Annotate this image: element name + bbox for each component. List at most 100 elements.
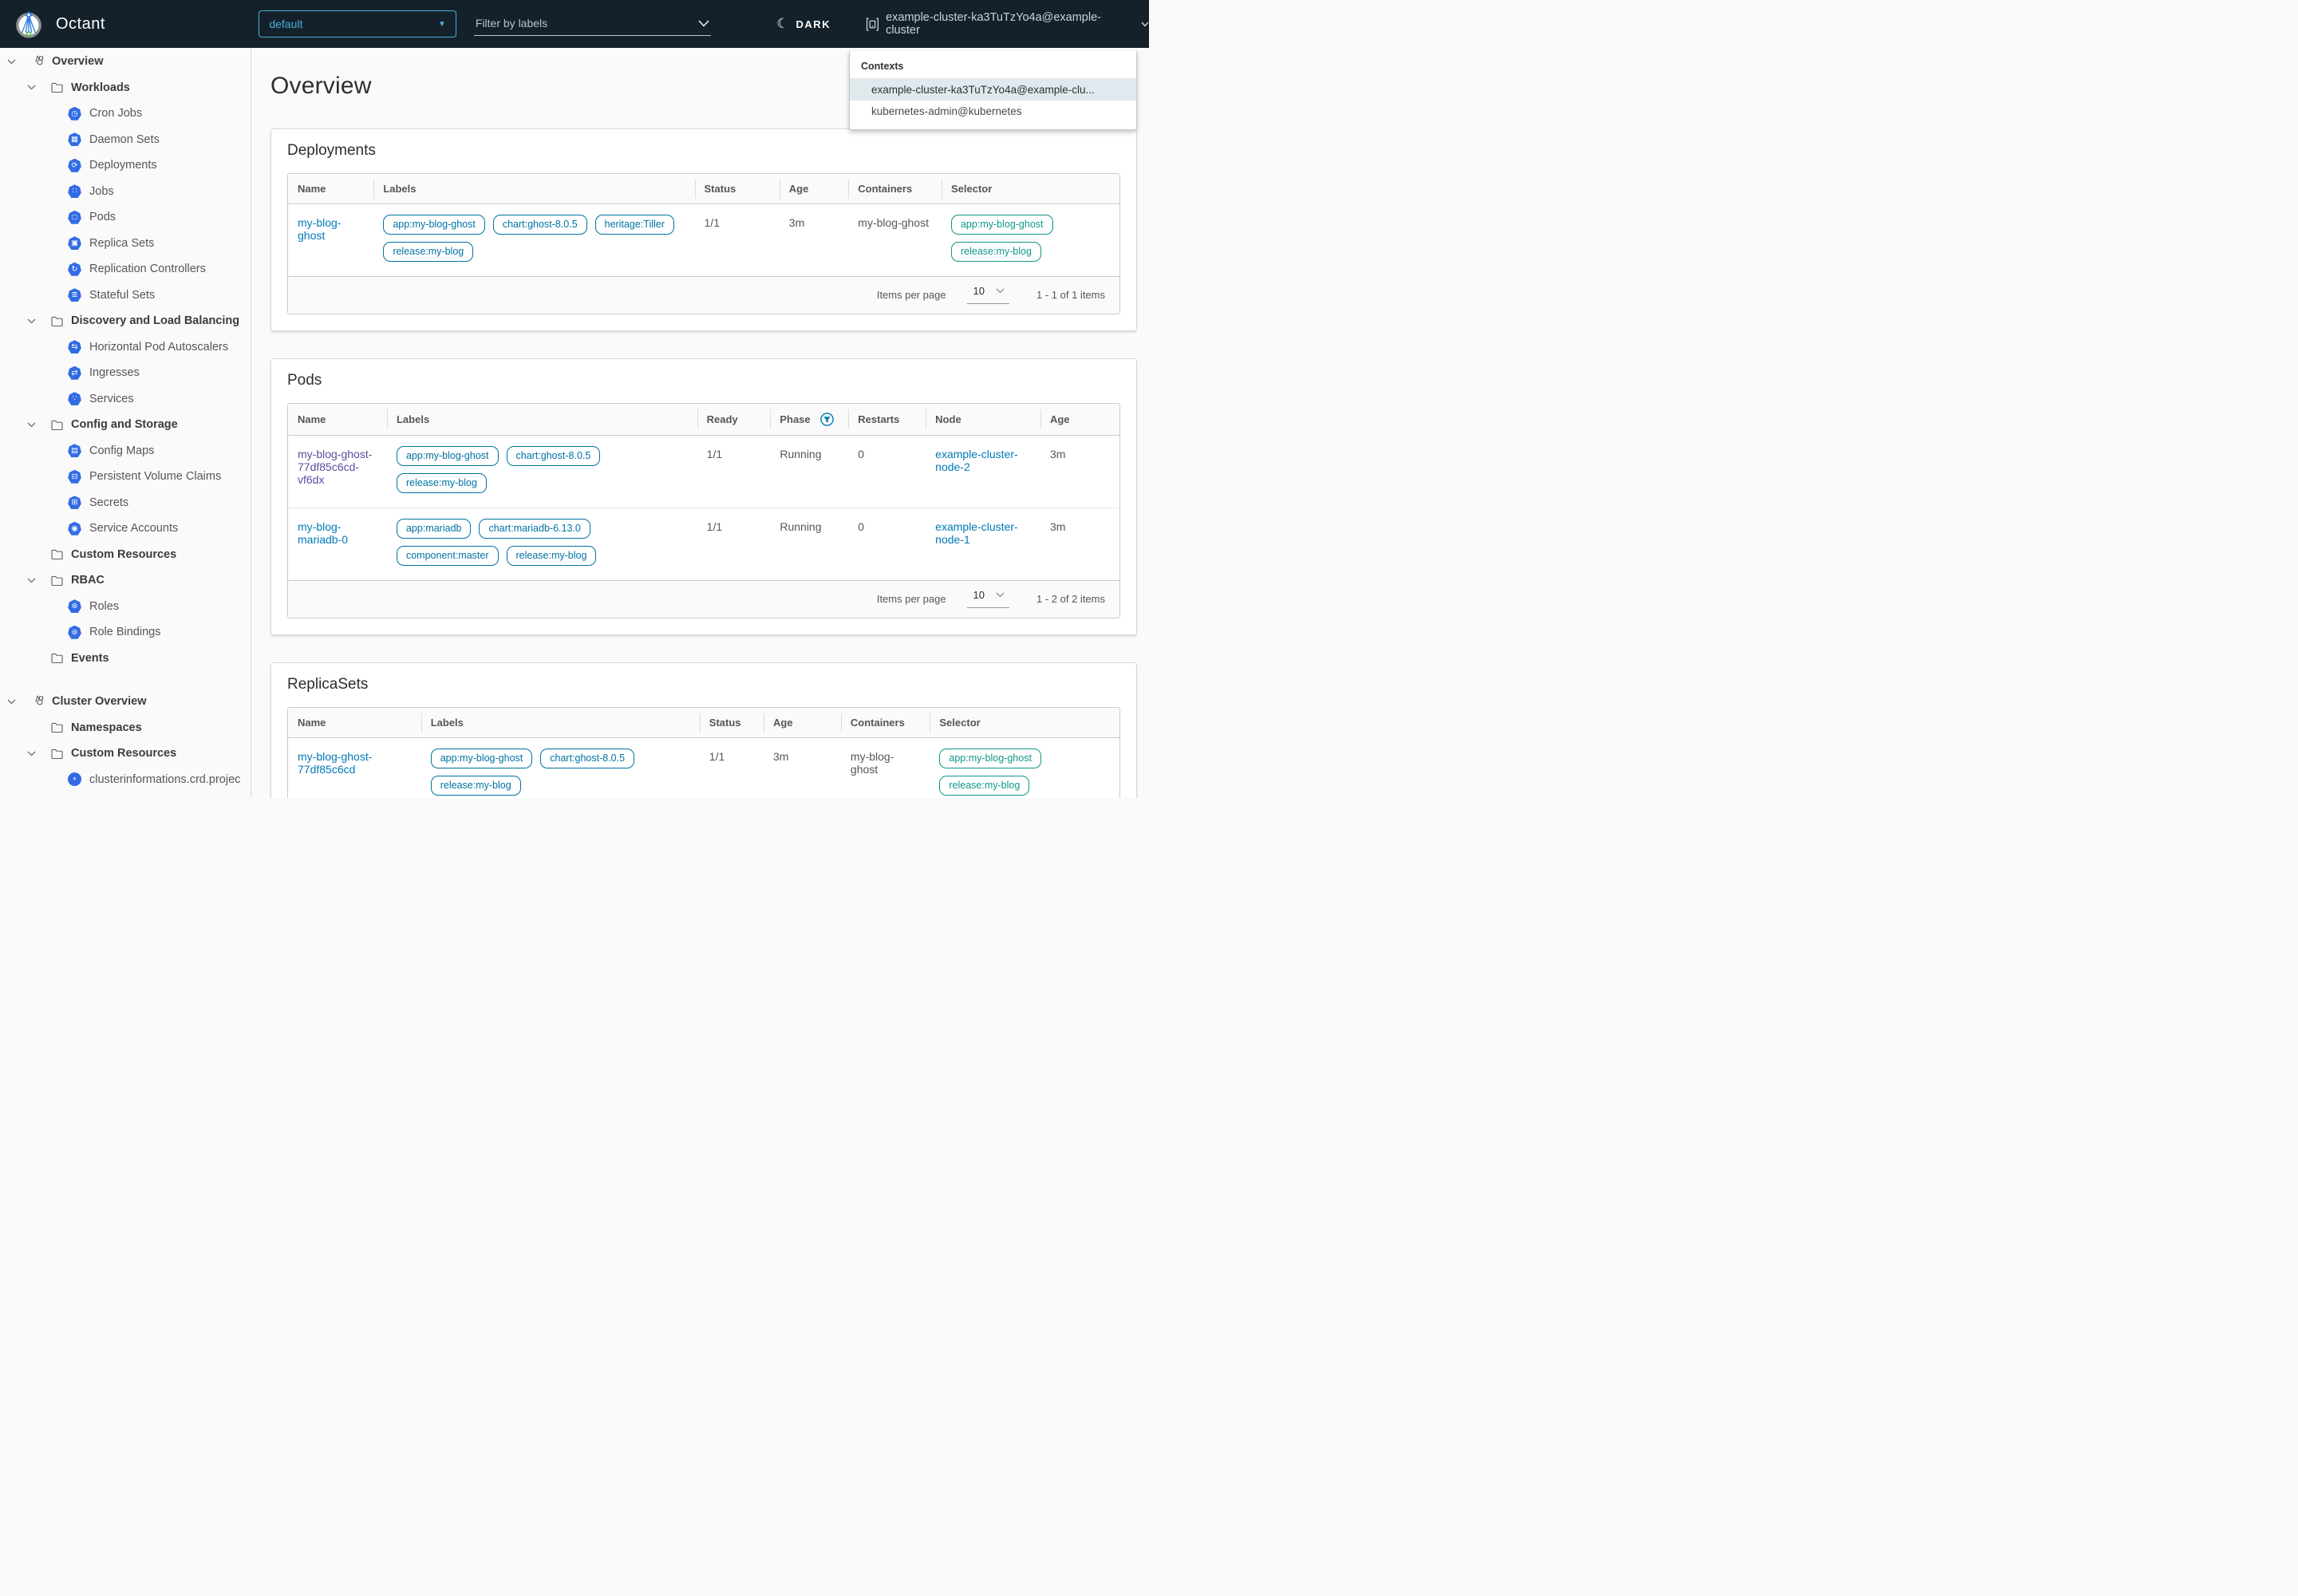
resource-link[interactable]: my-blog-ghost-77df85c6cd-vf6dx xyxy=(298,448,372,486)
sidebar-item-jobs[interactable]: ∷Jobs xyxy=(0,179,251,205)
context-option[interactable]: kubernetes-admin@kubernetes xyxy=(850,101,1136,122)
resource-icon: + xyxy=(68,772,81,786)
sidebar-item-label: Ingresses xyxy=(89,366,140,379)
cell-text: Running xyxy=(770,508,848,581)
filter-funnel-icon[interactable] xyxy=(820,413,834,426)
chevron-down-icon[interactable] xyxy=(7,699,16,705)
resource-icon: ↻ xyxy=(68,263,81,276)
cell-resource-link: example-cluster-node-2 xyxy=(926,436,1040,508)
card-deployments: DeploymentsNameLabelsStatusAgeContainers… xyxy=(270,128,1137,331)
resource-link[interactable]: example-cluster-node-2 xyxy=(935,448,1017,473)
sidebar-item-events[interactable]: Events xyxy=(0,646,251,672)
sidebar-item-persistent-volume-claims[interactable]: ⊟Persistent Volume Claims xyxy=(0,464,251,490)
octant-logo-icon xyxy=(13,8,45,40)
folder-icon xyxy=(51,420,63,430)
folder-icon xyxy=(51,749,63,759)
sidebar-item-label: Config Maps xyxy=(89,444,154,457)
sidebar-item-label: Pods xyxy=(89,211,116,223)
card-title-replicasets: ReplicaSets xyxy=(287,676,1120,693)
resource-link[interactable]: my-blog-ghost xyxy=(298,216,341,242)
sidebar-item-overview[interactable]: Overview xyxy=(0,49,251,75)
sidebar-item-csidrivers-csi-storage-k8s-io[interactable]: +csidrivers.csi.storage.k8s.io xyxy=(0,792,251,798)
items-per-page-value: 10 xyxy=(973,589,985,601)
sidebar-item-discovery-and-load-balancing[interactable]: Discovery and Load Balancing xyxy=(0,308,251,334)
cell-resource-link: my-blog-ghost-77df85c6cd xyxy=(288,738,421,799)
sidebar-item-deployments[interactable]: ⟳Deployments xyxy=(0,152,251,179)
dark-theme-toggle[interactable]: ☾ DARK xyxy=(776,18,831,31)
folder-icon xyxy=(51,575,63,586)
sidebar-item-cron-jobs[interactable]: ◷Cron Jobs xyxy=(0,101,251,127)
sidebar-item-horizontal-pod-autoscalers[interactable]: ⇆Horizontal Pod Autoscalers xyxy=(0,334,251,361)
namespace-selected-value: default xyxy=(269,18,302,30)
sidebar-item-stateful-sets[interactable]: ≣Stateful Sets xyxy=(0,282,251,309)
label-tag: release:my-blog xyxy=(383,242,473,262)
items-per-page-value: 10 xyxy=(973,285,985,297)
context-option[interactable]: example-cluster-ka3TuTzYo4a@example-clu.… xyxy=(850,79,1136,101)
pagination-range: 1 - 1 of 1 items xyxy=(1036,289,1105,301)
sidebar-item-cluster-overview[interactable]: Cluster Overview xyxy=(0,689,251,715)
sidebar-item-daemon-sets[interactable]: ▦Daemon Sets xyxy=(0,127,251,153)
items-per-page-select[interactable]: 10 xyxy=(967,589,1009,608)
column-header-name: Name xyxy=(288,174,373,204)
column-header-labels: Labels xyxy=(421,708,700,738)
sidebar-item-label: Cron Jobs xyxy=(89,107,142,120)
resource-icon: ∵ xyxy=(68,392,81,405)
chevron-down-icon[interactable] xyxy=(27,85,36,90)
items-per-page-label: Items per page xyxy=(877,593,946,605)
cell-text: 0 xyxy=(848,508,926,581)
applications-icon xyxy=(31,55,45,68)
sidebar-item-namespaces[interactable]: Namespaces xyxy=(0,715,251,741)
resource-icon: □ xyxy=(68,211,81,224)
sidebar-item-label: clusterinformations.crd.projec xyxy=(89,773,240,786)
datagrid-deployments: NameLabelsStatusAgeContainersSelectormy-… xyxy=(287,173,1120,314)
sidebar-item-secrets[interactable]: ⊞Secrets xyxy=(0,490,251,516)
resource-link[interactable]: my-blog-mariadb-0 xyxy=(298,520,348,546)
sidebar-item-role-bindings[interactable]: ⊜Role Bindings xyxy=(0,619,251,646)
sidebar-item-replica-sets[interactable]: ▣Replica Sets xyxy=(0,231,251,257)
chevron-down-icon[interactable] xyxy=(7,59,16,65)
resource-link[interactable]: my-blog-ghost-77df85c6cd xyxy=(298,750,372,776)
label-tag: app:my-blog-ghost xyxy=(397,446,499,466)
column-header-node: Node xyxy=(926,404,1040,436)
cell-text: 3m xyxy=(1040,508,1119,581)
sidebar-item-workloads[interactable]: Workloads xyxy=(0,75,251,101)
items-per-page-select[interactable]: 10 xyxy=(967,285,1009,304)
resource-icon: ⊛ xyxy=(68,599,81,613)
chevron-down-icon[interactable] xyxy=(27,318,36,324)
resource-link[interactable]: example-cluster-node-1 xyxy=(935,520,1017,546)
sidebar-item-roles[interactable]: ⊛Roles xyxy=(0,594,251,620)
column-header-age: Age xyxy=(764,708,841,738)
sidebar-item-clusterinformations-crd-projec[interactable]: + clusterinformations.crd.projec xyxy=(0,767,251,793)
resource-icon: ▦ xyxy=(68,132,81,146)
filter-chevron-icon[interactable] xyxy=(698,20,709,27)
namespace-select[interactable]: default ▼ xyxy=(259,10,456,38)
sidebar-item-config-and-storage[interactable]: Config and Storage xyxy=(0,412,251,438)
applications-icon xyxy=(31,695,45,708)
chevron-down-icon[interactable] xyxy=(27,751,36,757)
sidebar-item-config-maps[interactable]: ▤Config Maps xyxy=(0,438,251,464)
sidebar-item-label: Persistent Volume Claims xyxy=(89,470,221,483)
cell-resource-link: example-cluster-node-1 xyxy=(926,508,1040,581)
sidebar-item-custom-resources[interactable]: Custom Resources xyxy=(0,741,251,767)
context-switcher[interactable]: example-cluster-ka3TuTzYo4a@example-clus… xyxy=(866,11,1149,37)
sidebar-item-rbac[interactable]: RBAC xyxy=(0,567,251,594)
sidebar-item-pods[interactable]: □ Pods xyxy=(0,204,251,231)
cell-text: my-blog-ghost xyxy=(848,204,942,277)
sidebar-item-label: Custom Resources xyxy=(71,747,176,760)
resource-icon: ⊞ xyxy=(68,496,81,509)
label-filter-input[interactable]: Filter by labels xyxy=(474,12,711,36)
sidebar-item-label: Deployments xyxy=(89,159,157,172)
label-tag: component:master xyxy=(397,546,499,566)
chevron-down-icon[interactable] xyxy=(27,578,36,583)
sidebar-item-ingresses[interactable]: ⇄Ingresses xyxy=(0,360,251,386)
sidebar-item-custom-resources[interactable]: Custom Resources xyxy=(0,542,251,568)
sidebar-item-services[interactable]: ∵Services xyxy=(0,386,251,413)
dark-label: DARK xyxy=(796,18,831,30)
sidebar-item-label: Role Bindings xyxy=(89,626,160,638)
label-tag: app:my-blog-ghost xyxy=(431,749,533,768)
column-header-ready: Ready xyxy=(697,404,771,436)
sidebar-item-replication-controllers[interactable]: ↻Replication Controllers xyxy=(0,256,251,282)
cell-text: 1/1 xyxy=(697,436,771,508)
chevron-down-icon[interactable] xyxy=(27,422,36,428)
sidebar-item-service-accounts[interactable]: ◉Service Accounts xyxy=(0,516,251,542)
